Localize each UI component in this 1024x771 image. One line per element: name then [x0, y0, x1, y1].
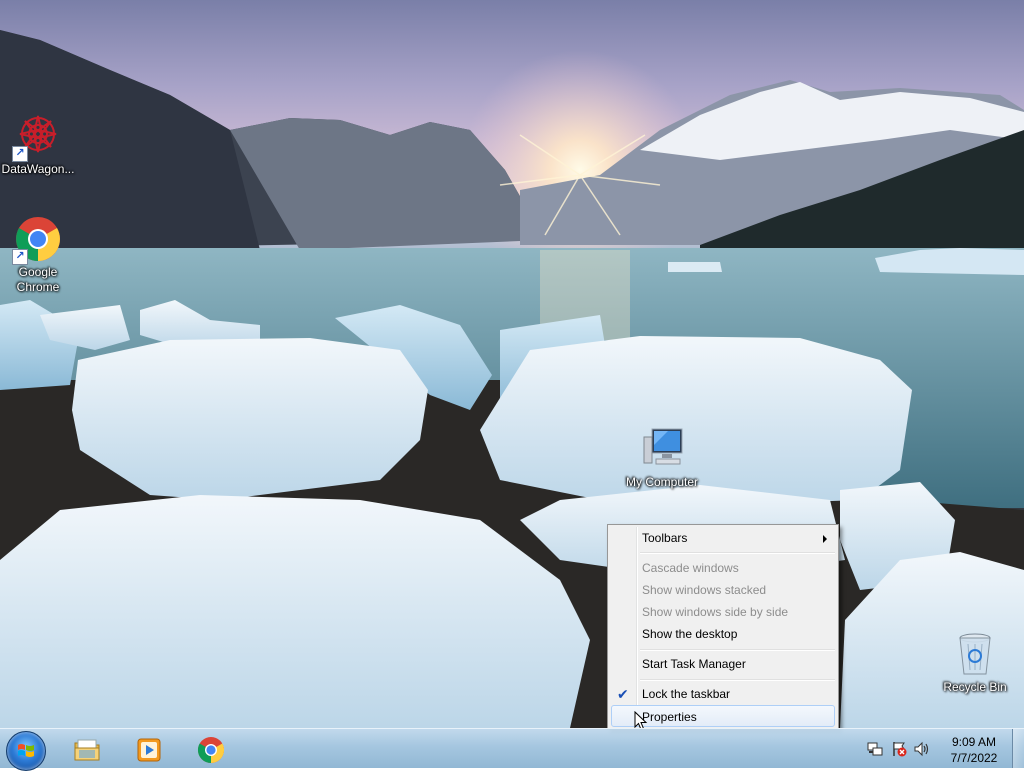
taskbar-button-windows-explorer[interactable]	[60, 731, 112, 767]
menu-item-label: Start Task Manager	[642, 657, 746, 671]
menu-item-label: Properties	[642, 710, 697, 724]
start-button[interactable]	[6, 731, 46, 771]
menu-item-label: Show windows stacked	[642, 583, 767, 597]
menu-item-label: Cascade windows	[642, 561, 739, 575]
taskbar-button-windows-media-player[interactable]	[122, 731, 174, 767]
taskbar-context-menu: Toolbars Cascade windows Show windows st…	[607, 524, 839, 730]
menu-item-start-task-manager[interactable]: Start Task Manager	[611, 653, 835, 675]
volume-icon[interactable]	[914, 741, 930, 757]
shortcut-arrow-icon: ↗	[12, 146, 28, 162]
clock-date: 7/7/2022	[950, 751, 998, 765]
menu-item-label: Show windows side by side	[642, 605, 789, 619]
folder-icon	[74, 739, 100, 761]
menu-separator	[640, 649, 835, 651]
menu-item-label: Toolbars	[642, 531, 688, 545]
desktop-icon-label: DataWagon...	[1, 162, 75, 176]
network-icon[interactable]	[867, 741, 883, 757]
taskbar[interactable]: 9:09 AM 7/7/2022	[0, 728, 1024, 771]
checkmark-icon: ✔	[617, 686, 629, 702]
menu-item-toolbars[interactable]: Toolbars	[611, 527, 835, 549]
clock-time: 9:09 AM	[951, 735, 997, 749]
desktop-icon-label: Recycle Bin	[943, 680, 1007, 694]
wallpaper-landscape	[0, 30, 1024, 728]
desktop-icon-my-computer[interactable]: My Computer	[624, 425, 700, 490]
show-desktop-button[interactable]	[1012, 729, 1024, 768]
desktop-wallpaper[interactable]	[0, 0, 1024, 728]
desktop-icon-google-chrome[interactable]: ↗ Google Chrome	[0, 215, 76, 295]
chrome-icon	[197, 737, 225, 764]
menu-item-lock-the-taskbar[interactable]: ✔ Lock the taskbar	[611, 683, 835, 705]
windows-logo-icon	[18, 744, 34, 757]
menu-item-show-windows-stacked[interactable]: Show windows stacked	[611, 579, 835, 601]
shortcut-arrow-icon: ↗	[12, 249, 28, 265]
desktop-icon-label: My Computer	[625, 475, 699, 489]
menu-separator	[640, 679, 835, 681]
desktop-icon-recycle-bin[interactable]: Recycle Bin	[937, 630, 1013, 695]
submenu-arrow-icon	[823, 535, 827, 543]
desktop-icon-label: Google Chrome	[16, 265, 60, 294]
datawagon-icon: ↗	[12, 112, 62, 162]
system-clock[interactable]: 9:09 AM 7/7/2022	[936, 734, 1012, 766]
chrome-icon: ↗	[12, 215, 62, 265]
recycle-bin-icon	[951, 630, 999, 678]
action-center-icon[interactable]	[891, 741, 907, 757]
menu-item-cascade-windows[interactable]: Cascade windows	[611, 557, 835, 579]
menu-item-show-the-desktop[interactable]: Show the desktop	[611, 623, 835, 645]
menu-item-label: Lock the taskbar	[642, 687, 731, 701]
menu-item-show-windows-side-by-side[interactable]: Show windows side by side	[611, 601, 835, 623]
menu-separator	[640, 552, 835, 554]
menu-item-label: Show the desktop	[642, 627, 738, 641]
media-player-icon	[137, 738, 161, 762]
computer-icon	[638, 425, 686, 473]
desktop-icon-datawagon[interactable]: ↗ DataWagon...	[0, 112, 76, 177]
taskbar-button-google-chrome[interactable]	[184, 731, 236, 767]
